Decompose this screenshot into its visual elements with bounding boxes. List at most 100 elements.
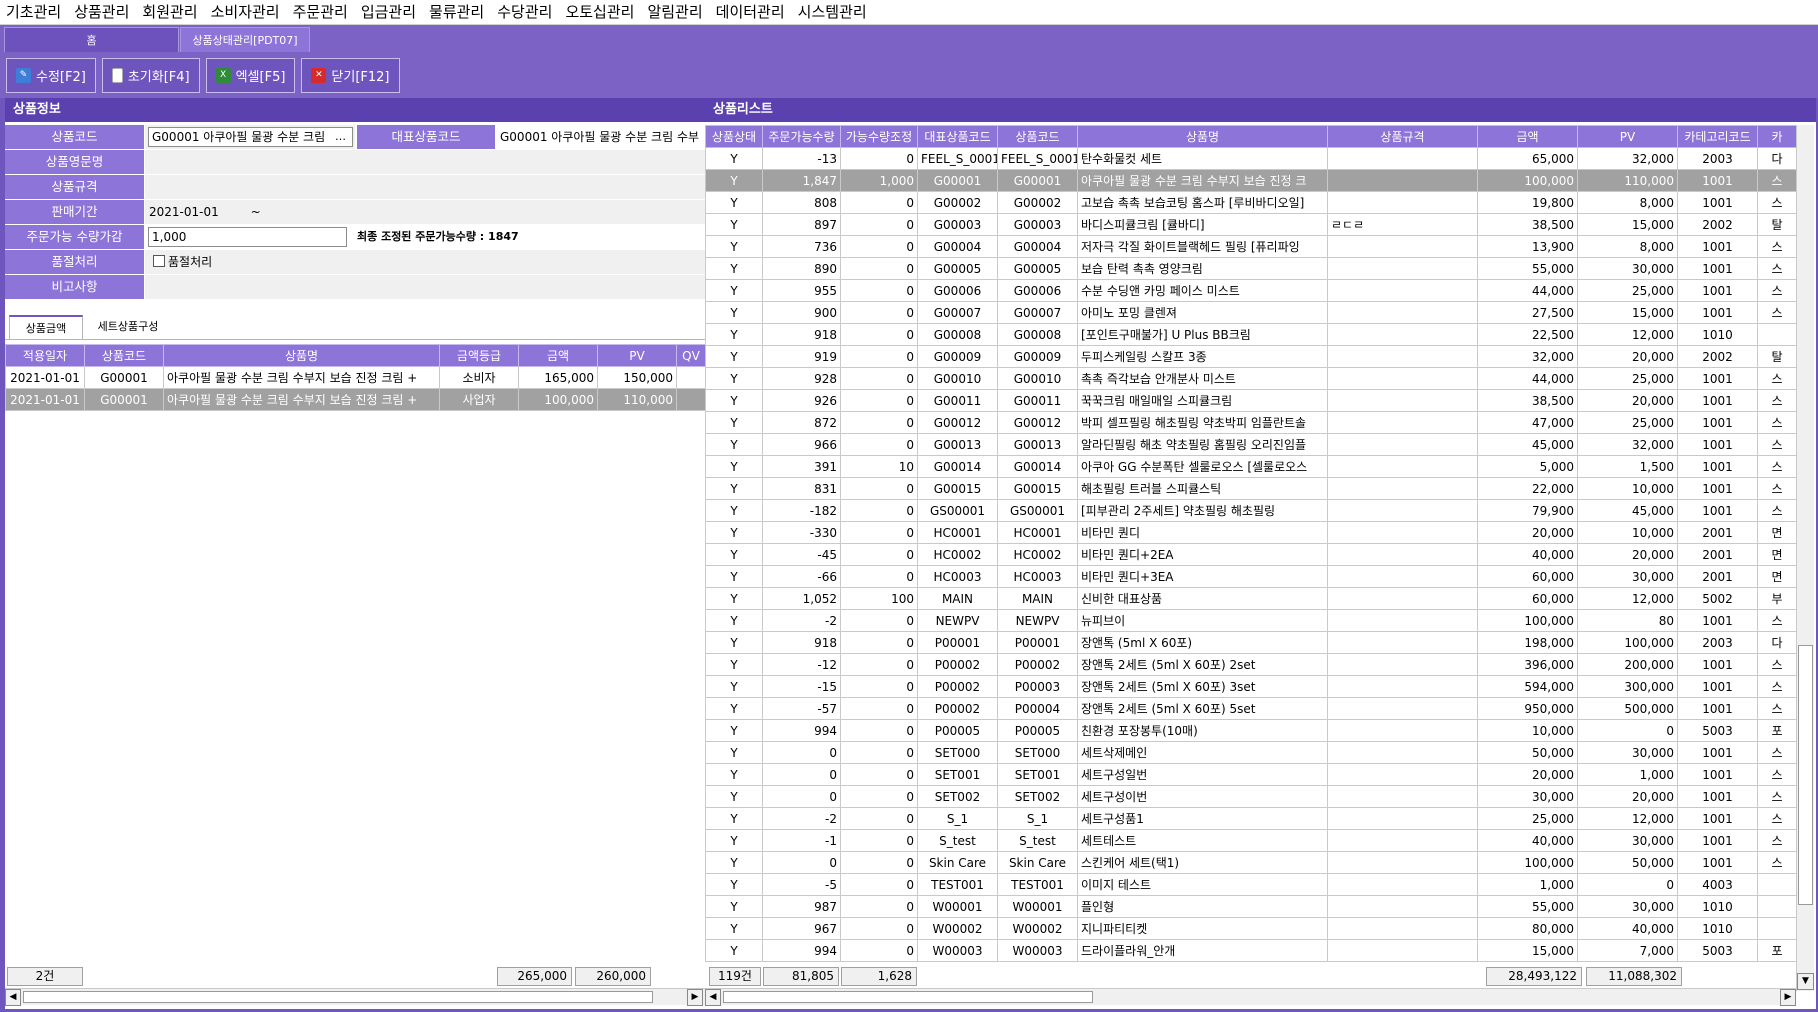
table-row[interactable]: Y -57 0 P00002 P00004 장앤톡 2세트 (5ml X 60포) 5se… <box>705 697 1797 720</box>
list-col-header[interactable]: 대표상품코드 <box>917 125 998 148</box>
menu-member[interactable]: 회원관리 <box>136 0 204 25</box>
tab-set-composition[interactable]: 세트상품구성 <box>84 315 172 339</box>
table-row[interactable]: Y 0 0 SET000 SET000 세트삭제메인 50,000 30,000 1001 스 <box>705 741 1797 764</box>
excel-button[interactable]: X 엑셀[F5] <box>205 57 296 93</box>
table-row[interactable]: Y 955 0 G00006 G00006 수분 수딩앤 카밍 페이스 미스트 44,000… <box>705 279 1797 302</box>
close-button[interactable]: ✕ 닫기[F12] <box>301 57 400 93</box>
table-row[interactable]: 2021-01-01 G00001 아쿠아필 물광 수분 크림 수부지 보습 진정 … <box>5 366 706 389</box>
list-col-header[interactable]: 카테고리코드 <box>1677 125 1758 148</box>
table-row[interactable]: Y 966 0 G00013 G00013 알라딘필링 해초 약초필링 홈필링 오리진임플… <box>705 433 1797 456</box>
table-cell: 1,500 <box>1577 455 1678 478</box>
table-cell: Y <box>705 763 763 786</box>
table-row[interactable]: Y 919 0 G00009 G00009 두피스케일링 스칼프 3종 32,000 20,0… <box>705 345 1797 368</box>
table-row[interactable]: Y 994 0 P00005 P00005 친환경 포장봉투(10매) 10,000 0 500… <box>705 719 1797 742</box>
table-cell: 스 <box>1757 477 1797 500</box>
scroll-thumb[interactable] <box>723 991 1093 1003</box>
table-row[interactable]: Y -15 0 P00002 P00003 장앤톡 2세트 (5ml X 60포) 3se… <box>705 675 1797 698</box>
table-row[interactable]: Y 994 0 W00003 W00003 드라이플라워_안개 15,000 7,000 500… <box>705 939 1797 962</box>
table-row[interactable]: Y 987 0 W00001 W00001 플인형 55,000 30,000 1010 <box>705 895 1797 918</box>
list-col-header[interactable]: 상품상태 <box>705 125 763 148</box>
table-row[interactable]: Y -66 0 HC0003 HC0003 비타민 퀀디+3EA 60,000 30,000 2… <box>705 565 1797 588</box>
tab-product-status[interactable]: 상품상태관리[PDT07] <box>180 27 310 52</box>
table-row[interactable]: Y -13 0 FEEL_S_0001 FEEL_S_0001 탄수화물컷 세트 65,00… <box>705 147 1797 170</box>
list-col-header[interactable]: 상품규격 <box>1327 125 1478 148</box>
table-cell: P00002 <box>917 675 998 698</box>
list-col-header[interactable]: PV <box>1577 125 1678 148</box>
price-col-header[interactable]: 금액등급 <box>439 344 519 367</box>
table-cell: 4003 <box>1677 873 1758 896</box>
reset-button[interactable]: 초기화[F4] <box>101 57 200 93</box>
edit-button[interactable]: ✎ 수정[F2] <box>6 57 96 93</box>
table-row[interactable]: Y 831 0 G00015 G00015 해초필링 트러블 스피큘스틱 22,000 10,… <box>705 477 1797 500</box>
price-col-header[interactable]: QV <box>676 344 706 367</box>
list-col-header[interactable]: 상품코드 <box>997 125 1078 148</box>
menu-data[interactable]: 데이터관리 <box>710 0 792 25</box>
table-row[interactable]: Y -45 0 HC0002 HC0002 비타민 퀀디+2EA 40,000 20,000 2… <box>705 543 1797 566</box>
price-col-header[interactable]: 적용일자 <box>5 344 85 367</box>
table-row[interactable]: Y 736 0 G00004 G00004 저자극 각질 화이트블랙헤드 필링 [퓨리파잉… <box>705 235 1797 258</box>
list-col-header[interactable]: 가능수량조정 <box>840 125 918 148</box>
table-row[interactable]: Y 391 10 G00014 G00014 아쿠아 GG 수분폭탄 셀룰로오스 [셀룰로… <box>705 455 1797 478</box>
table-row[interactable]: Y 0 0 Skin Care Skin Care 스킨케어 세트(택1) 100,000 5… <box>705 851 1797 874</box>
table-row[interactable]: Y 928 0 G00010 G00010 촉촉 즉각보습 안개분사 미스트 44,000 2… <box>705 367 1797 390</box>
table-row[interactable]: Y 808 0 G00002 G00002 고보습 촉촉 보습코팅 홈스파 [루비바디오일… <box>705 191 1797 214</box>
price-col-header[interactable]: PV <box>597 344 677 367</box>
product-list-vscroll[interactable]: ▼ <box>1796 125 1814 991</box>
table-row[interactable]: Y 872 0 G00012 G00012 박피 셀프필링 해초필링 약초박피 임플란트솔… <box>705 411 1797 434</box>
table-row[interactable]: Y -1 0 S_test S_test 세트테스트 40,000 30,000 1001 스 <box>705 829 1797 852</box>
menu-product[interactable]: 상품관리 <box>68 0 136 25</box>
table-row[interactable]: Y 918 0 G00008 G00008 [포인트구매불가] U Plus BB크림 22… <box>705 323 1797 346</box>
menu-allowance[interactable]: 수당관리 <box>491 0 559 25</box>
label-rep-code: 대표상품코드 <box>357 125 495 149</box>
table-row[interactable]: Y 918 0 P00001 P00001 장앤톡 (5ml X 60포) 198,000 1… <box>705 631 1797 654</box>
table-row[interactable]: Y 1,052 100 MAIN MAIN 신비한 대표상품 60,000 12,000 500… <box>705 587 1797 610</box>
table-row[interactable]: Y 0 0 SET001 SET001 세트구성일번 20,000 1,000 1001 스 <box>705 763 1797 786</box>
scroll-left-icon[interactable]: ◀ <box>5 989 21 1006</box>
table-row[interactable]: Y 897 0 G00003 G00003 바디스피큘크림 [큘바디] ㄹㄷㄹ 38,500 1… <box>705 213 1797 236</box>
product-code-lookup-button[interactable]: … <box>335 127 346 147</box>
table-row[interactable]: Y -2 0 NEWPV NEWPV 뉴피브이 100,000 80 1001 스 <box>705 609 1797 632</box>
table-row[interactable]: Y 900 0 G00007 G00007 아미노 포밍 클렌져 27,500 15,000 1… <box>705 301 1797 324</box>
menu-autoship[interactable]: 오토십관리 <box>559 0 641 25</box>
menu-order[interactable]: 주문관리 <box>287 0 355 25</box>
menu-notification[interactable]: 알림관리 <box>641 0 709 25</box>
vscroll-thumb[interactable] <box>1798 645 1813 905</box>
soldout-checkbox[interactable] <box>153 255 165 267</box>
table-row[interactable]: Y 1,847 1,000 G00001 G00001 아쿠아필 물광 수분 크림 수부지… <box>705 169 1797 192</box>
price-col-header[interactable]: 상품명 <box>163 344 440 367</box>
tab-product-price[interactable]: 상품금액 <box>9 315 83 339</box>
table-row[interactable]: Y -12 0 P00002 P00002 장앤톡 2세트 (5ml X 60포) 2se… <box>705 653 1797 676</box>
scroll-thumb[interactable] <box>23 991 653 1003</box>
menu-logistics[interactable]: 물류관리 <box>423 0 491 25</box>
price-col-header[interactable]: 금액 <box>518 344 598 367</box>
menu-consumer[interactable]: 소비자관리 <box>205 0 287 25</box>
table-row[interactable]: Y -182 0 GS00001 GS00001 [피부관리 2주세트] 약초필링 해초필… <box>705 499 1797 522</box>
list-col-header[interactable]: 금액 <box>1477 125 1578 148</box>
menu-system[interactable]: 시스템관리 <box>792 0 874 25</box>
tab-home[interactable]: 홈 <box>4 27 179 52</box>
table-cell: 장앤톡 (5ml X 60포) <box>1077 631 1328 654</box>
scroll-right-icon[interactable]: ▶ <box>1780 989 1796 1006</box>
scroll-right-icon[interactable]: ▶ <box>687 989 703 1006</box>
list-col-header[interactable]: 주문가능수량 <box>762 125 841 148</box>
table-row[interactable]: Y 926 0 G00011 G00011 꾹꾹크림 매일매일 스피큘크림 38,500 20… <box>705 389 1797 412</box>
list-col-header[interactable]: 카 <box>1757 125 1797 148</box>
table-row[interactable]: Y -330 0 HC0001 HC0001 비타민 퀀디 20,000 10,000 2001… <box>705 521 1797 544</box>
table-row[interactable]: Y -2 0 S_1 S_1 세트구성품1 25,000 12,000 1001 스 <box>705 807 1797 830</box>
list-col-header[interactable]: 상품명 <box>1077 125 1328 148</box>
price-col-header[interactable]: 상품코드 <box>84 344 164 367</box>
order-adjust-input[interactable]: 1,000 <box>148 227 347 247</box>
menu-deposit[interactable]: 입금관리 <box>355 0 423 25</box>
table-row[interactable]: Y 0 0 SET002 SET002 세트구성이번 30,000 20,000 1001 스 <box>705 785 1797 808</box>
table-row[interactable]: Y -5 0 TEST001 TEST001 이미지 테스트 1,000 0 4003 <box>705 873 1797 896</box>
table-row[interactable]: Y 967 0 W00002 W00002 지니파티티켓 80,000 40,000 1010 <box>705 917 1797 940</box>
scroll-down-icon[interactable]: ▼ <box>1797 973 1814 990</box>
table-cell: 스 <box>1757 389 1797 412</box>
table-row[interactable]: 2021-01-01 G00001 아쿠아필 물광 수분 크림 수부지 보습 진정 … <box>5 388 706 411</box>
scroll-left-icon[interactable]: ◀ <box>705 989 721 1006</box>
menu-basic[interactable]: 기초관리 <box>0 0 68 25</box>
product-list-hscroll[interactable]: ◀ ▶ <box>705 988 1796 1006</box>
table-row[interactable]: Y 890 0 G00005 G00005 보습 탄력 촉촉 영양크림 55,000 30,0… <box>705 257 1797 280</box>
price-grid-hscroll[interactable]: ◀ ▶ <box>5 988 705 1006</box>
product-code-input[interactable]: G00001 아쿠아필 물광 수분 크림 <box>148 127 353 147</box>
